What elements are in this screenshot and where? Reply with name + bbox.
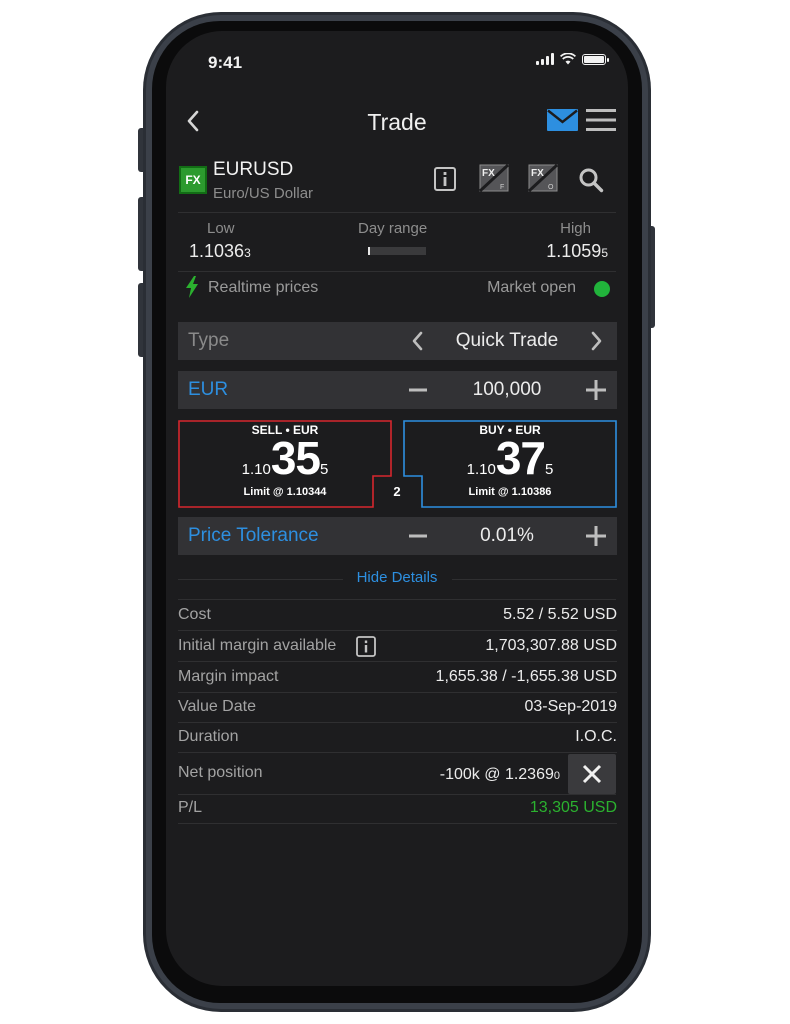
buy-price: 1.10375 [466,432,554,484]
high-label: High [560,220,591,237]
market-status-dot [594,281,610,297]
decrease-amount-button[interactable] [406,377,430,403]
detail-row-net-position: Net position -100k @ 1.23690 [178,754,617,794]
close-position-button[interactable] [568,754,616,794]
detail-label: Margin impact [178,668,279,685]
svg-text:F: F [500,184,504,191]
status-icons [536,53,609,65]
order-type-row: Type Quick Trade [178,322,617,360]
info-icon[interactable] [434,167,456,191]
detail-value: 13,305 USD [529,799,617,816]
increase-tolerance-button[interactable] [584,523,608,549]
fx-asset-badge: FX [179,166,207,194]
order-type-value: Quick Trade [455,330,559,351]
detail-row-pl: P/L 13,305 USD [178,794,617,824]
instrument-description: Euro/US Dollar [213,185,314,202]
svg-text:O: O [548,184,554,191]
lightning-bolt-icon [186,276,198,298]
buy-button[interactable]: BUY • EUR 1.10375 Limit @ 1.10386 [403,420,617,508]
price-tolerance-label[interactable]: Price Tolerance [188,517,319,555]
detail-value: -100k @ 1.23690 [439,766,560,783]
sell-button[interactable]: SELL • EUR 1.10355 Limit @ 1.10344 [178,420,392,508]
detail-row-duration: Duration I.O.C. [178,723,617,753]
app-screen: 9:41 Trade FX EURUSD Euro/US Dollar FX F… [166,31,628,986]
mail-icon[interactable] [547,109,578,131]
divider [178,271,616,272]
divider [178,599,616,600]
detail-value: 1,703,307.88 USD [485,637,617,654]
chevron-right-icon[interactable] [584,328,608,354]
increase-amount-button[interactable] [584,377,608,403]
order-type-label: Type [188,330,230,351]
detail-row-value-date: Value Date 03-Sep-2019 [178,693,617,723]
detail-value: 5.52 / 5.52 USD [503,606,617,623]
day-range-bar [368,247,426,255]
amount-input[interactable]: 100,000 [432,371,582,409]
buy-limit: Limit @ 1.10386 [468,486,552,498]
signal-icon [536,53,554,65]
price-tolerance-row: Price Tolerance 0.01% [178,517,617,555]
realtime-prices-label: Realtime prices [208,279,319,296]
sell-limit: Limit @ 1.10344 [243,486,327,498]
wifi-icon [560,53,576,65]
detail-label: Value Date [178,698,256,715]
detail-label: Net position [178,764,263,781]
market-status-label: Market open [487,279,576,296]
hide-details-link[interactable]: Hide Details [166,569,628,586]
day-range-label: Day range [358,220,428,237]
detail-value: 03-Sep-2019 [524,698,617,715]
currency-label[interactable]: EUR [188,371,228,409]
fx-forward-icon[interactable]: FX F [479,164,509,192]
low-label: Low [207,220,235,237]
divider [452,579,617,580]
detail-value: I.O.C. [575,728,617,745]
day-range-marker [368,247,370,255]
decrease-tolerance-button[interactable] [406,523,430,549]
sell-price: 1.10355 [241,432,329,484]
detail-row-initial-margin: Initial margin available 1,703,307.88 US… [178,632,617,662]
amount-row: EUR 100,000 [178,371,617,409]
hamburger-menu-icon[interactable] [586,107,616,133]
close-icon [582,764,602,784]
detail-label: P/L [178,799,203,816]
detail-label: Duration [178,728,239,745]
detail-row-margin-impact: Margin impact 1,655.38 / -1,655.38 USD [178,663,617,693]
status-time: 9:41 [208,53,243,72]
fx-option-icon[interactable]: FX O [528,164,558,192]
divider [178,212,616,213]
detail-label: Cost [178,606,211,623]
info-icon[interactable] [356,636,376,657]
battery-icon [582,53,609,65]
svg-text:FX: FX [482,168,495,179]
detail-label: Initial margin available [178,637,337,654]
detail-value: 1,655.38 / -1,655.38 USD [435,668,617,685]
chevron-left-icon[interactable] [406,328,430,354]
price-tolerance-value[interactable]: 0.01% [432,517,582,555]
instrument-symbol: EURUSD [213,159,294,180]
svg-text:FX: FX [531,168,544,179]
detail-row-cost: Cost 5.52 / 5.52 USD [178,601,617,631]
low-value: 1.10363 [189,241,251,261]
search-icon[interactable] [578,167,604,193]
high-value: 1.10595 [546,241,608,261]
